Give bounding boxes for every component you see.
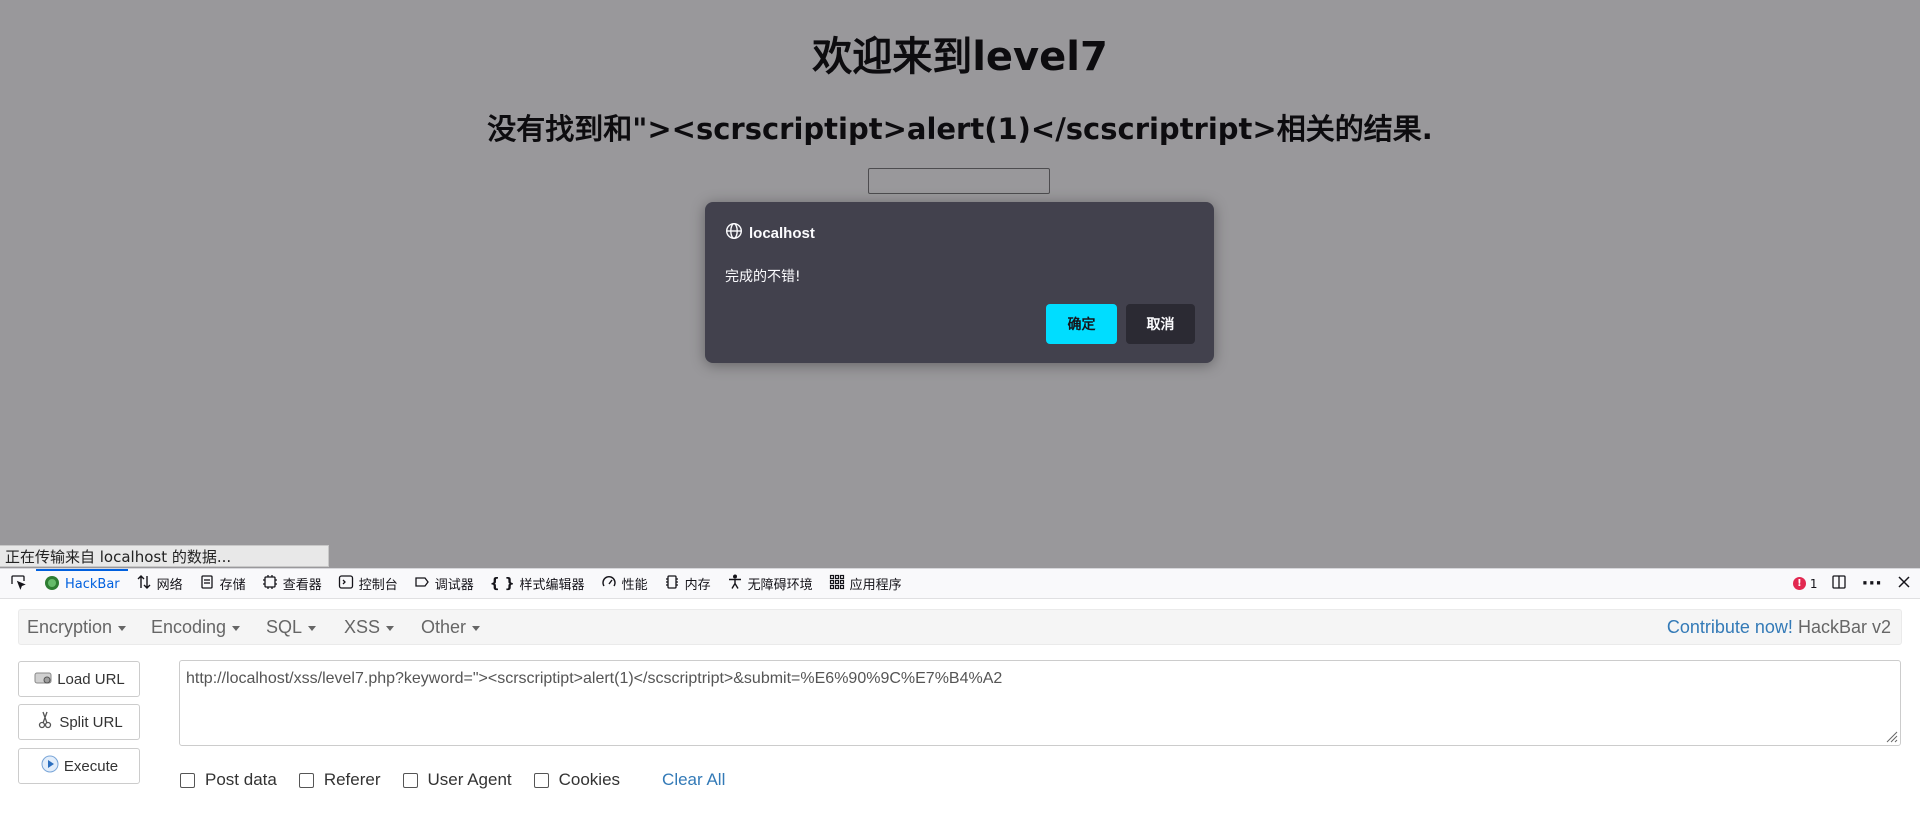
dialog-origin-label: localhost bbox=[749, 224, 815, 242]
caret-down-icon bbox=[308, 625, 317, 631]
menu-xss[interactable]: XSS bbox=[344, 610, 395, 644]
close-icon[interactable] bbox=[1896, 574, 1912, 594]
cancel-button[interactable]: 取消 bbox=[1126, 304, 1195, 344]
play-icon bbox=[40, 754, 60, 778]
tab-label: 调试器 bbox=[434, 578, 474, 593]
error-count: 1 bbox=[1809, 576, 1818, 591]
tab-accessibility[interactable]: 无障碍环境 bbox=[719, 569, 821, 599]
menu-encryption[interactable]: Encryption bbox=[27, 610, 127, 644]
console-icon bbox=[338, 574, 354, 594]
caret-down-icon bbox=[472, 625, 481, 631]
user-agent-checkbox[interactable]: User Agent bbox=[402, 770, 512, 790]
execute-label: Execute bbox=[63, 757, 119, 775]
devtools-toolbar: HackBar 网络 存储 查看器 控制台 调试器 { } 样式编辑器 性能 内… bbox=[0, 568, 1920, 599]
memory-icon bbox=[664, 574, 680, 594]
tab-performance[interactable]: 性能 bbox=[593, 569, 656, 599]
tab-label: 存储 bbox=[219, 578, 246, 593]
style-editor-icon: { } bbox=[489, 575, 515, 592]
alert-dialog: localhost 完成的不错! 确定 取消 bbox=[705, 202, 1214, 363]
tab-label: 应用程序 bbox=[849, 578, 902, 593]
ok-button[interactable]: 确定 bbox=[1046, 304, 1117, 344]
tab-label: HackBar bbox=[65, 577, 120, 592]
checkbox-box[interactable] bbox=[298, 772, 314, 788]
load-url-label: Load URL bbox=[57, 670, 125, 688]
hackbar-menubar: Encryption Encoding SQL XSS Other Contri… bbox=[18, 609, 1902, 645]
hackbar-version: HackBar v2 bbox=[1797, 617, 1891, 637]
debugger-icon bbox=[414, 574, 430, 594]
globe-icon bbox=[725, 222, 743, 244]
contribute-link[interactable]: Contribute now! bbox=[1667, 617, 1793, 637]
tab-network[interactable]: 网络 bbox=[128, 569, 191, 599]
menu-other[interactable]: Other bbox=[421, 610, 481, 644]
cookies-checkbox[interactable]: Cookies bbox=[533, 770, 620, 790]
checkbox-box[interactable] bbox=[180, 772, 195, 788]
element-picker-icon bbox=[10, 574, 26, 594]
load-url-button[interactable]: Load URL bbox=[18, 661, 140, 697]
clear-all-link[interactable]: Clear All bbox=[662, 770, 725, 790]
hackbar-options: Post data Referer User Agent Cookies Cle… bbox=[180, 769, 725, 791]
tab-inspector[interactable]: 查看器 bbox=[254, 569, 330, 599]
page-viewport: 欢迎来到level7 没有找到和"><scrscriptipt>alert(1)… bbox=[0, 0, 1920, 568]
tab-label: 控制台 bbox=[358, 578, 398, 593]
storage-icon bbox=[199, 574, 215, 594]
menu-encoding[interactable]: Encoding bbox=[151, 610, 241, 644]
tab-storage[interactable]: 存储 bbox=[191, 569, 254, 599]
hackbar-icon bbox=[44, 575, 60, 595]
caret-down-icon bbox=[386, 625, 395, 631]
referer-checkbox[interactable]: Referer bbox=[298, 770, 381, 790]
checkbox-box[interactable] bbox=[533, 772, 549, 788]
tab-application[interactable]: 应用程序 bbox=[821, 569, 910, 599]
error-icon: ! bbox=[1792, 577, 1806, 590]
scissors-icon bbox=[35, 710, 55, 734]
hackbar-panel: Encryption Encoding SQL XSS Other Contri… bbox=[0, 599, 1920, 825]
tab-label: 网络 bbox=[156, 578, 183, 593]
dialog-message: 完成的不错! bbox=[725, 269, 801, 285]
tab-hackbar[interactable]: HackBar bbox=[36, 568, 128, 599]
url-text: http://localhost/xss/level7.php?keyword=… bbox=[186, 670, 1003, 687]
tab-console[interactable]: 控制台 bbox=[330, 569, 406, 599]
dock-side-icon[interactable] bbox=[1831, 574, 1847, 594]
url-textarea[interactable]: http://localhost/xss/level7.php?keyword=… bbox=[179, 660, 1901, 746]
network-icon bbox=[136, 574, 152, 594]
performance-icon bbox=[601, 574, 617, 594]
tab-memory[interactable]: 内存 bbox=[656, 569, 719, 599]
tab-label: 性能 bbox=[621, 578, 648, 593]
split-url-label: Split URL bbox=[59, 713, 123, 731]
hackbar-brand: Contribute now! HackBar v2 bbox=[1667, 610, 1891, 644]
tab-style-editor[interactable]: { } 样式编辑器 bbox=[482, 569, 593, 599]
tab-label: 无障碍环境 bbox=[747, 578, 813, 593]
post-data-checkbox[interactable]: Post data bbox=[180, 770, 277, 790]
split-url-button[interactable]: Split URL bbox=[18, 704, 140, 740]
resize-handle-icon[interactable] bbox=[1884, 729, 1898, 743]
devtools-toolbar-right: ! 1 ··· bbox=[1792, 574, 1920, 594]
inspector-icon bbox=[262, 574, 278, 594]
error-count-badge[interactable]: ! 1 bbox=[1792, 576, 1818, 591]
caret-down-icon bbox=[118, 625, 127, 631]
tab-label: 样式编辑器 bbox=[519, 578, 585, 593]
application-icon bbox=[829, 574, 845, 594]
tab-label: 内存 bbox=[684, 578, 711, 593]
accessibility-icon bbox=[727, 574, 743, 594]
checkbox-box[interactable] bbox=[402, 772, 418, 788]
execute-button[interactable]: Execute bbox=[18, 748, 140, 784]
element-picker-button[interactable] bbox=[0, 569, 36, 599]
tab-label: 查看器 bbox=[282, 578, 322, 593]
dialog-origin: localhost bbox=[725, 222, 815, 244]
menu-sql[interactable]: SQL bbox=[266, 610, 317, 644]
load-url-icon bbox=[33, 667, 53, 691]
more-options-icon[interactable]: ··· bbox=[1861, 574, 1882, 592]
caret-down-icon bbox=[232, 625, 241, 631]
tab-debugger[interactable]: 调试器 bbox=[406, 569, 482, 599]
status-bar: 正在传输来自 localhost 的数据... bbox=[0, 545, 329, 567]
